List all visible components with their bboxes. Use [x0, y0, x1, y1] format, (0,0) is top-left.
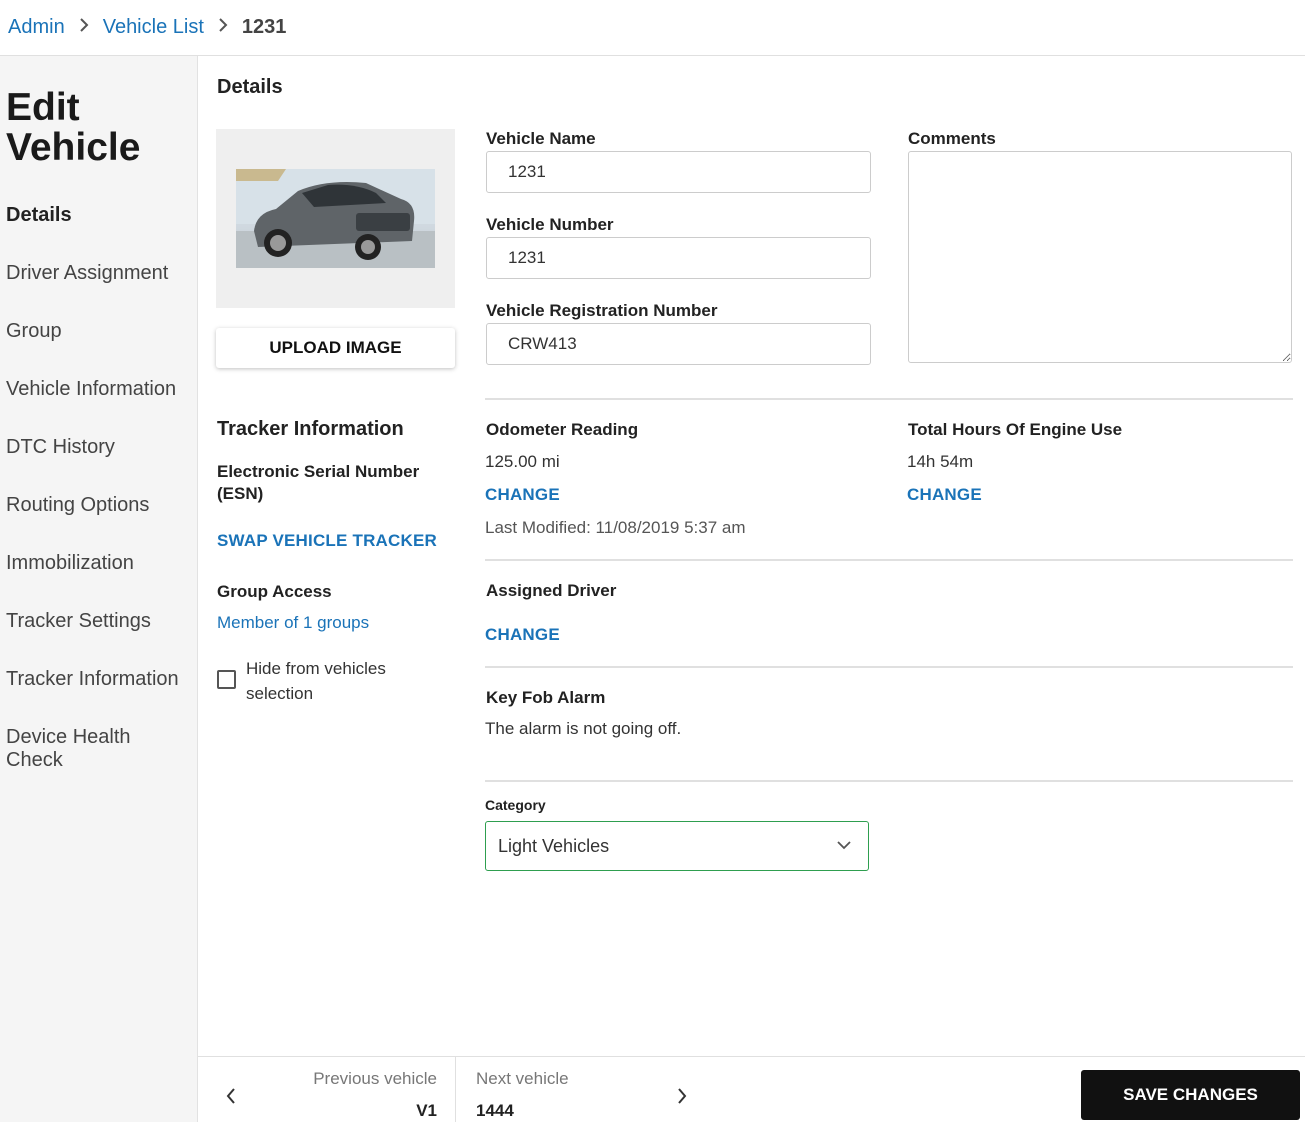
page-title: Edit Vehicle: [6, 86, 141, 169]
group-access-label: Group Access: [217, 582, 332, 601]
details-panel: Details UPLOAD IMAGE Vehicle Name Vehicl…: [198, 56, 1305, 1056]
chevron-right-icon: [677, 1088, 687, 1109]
registration-label: Vehicle Registration Number: [486, 301, 718, 320]
engine-hours-change-link[interactable]: CHANGE: [907, 485, 982, 505]
hide-from-selection-label: Hide from vehicles selection: [246, 659, 386, 703]
sidebar-item-vehicle-information[interactable]: Vehicle Information: [6, 378, 176, 401]
next-vehicle-caption: Next vehicle: [476, 1069, 569, 1088]
breadcrumb-current: 1231: [241, 16, 287, 38]
section-title: Details: [217, 76, 283, 98]
comments-label: Comments: [908, 129, 996, 148]
previous-vehicle-caption: Previous vehicle: [313, 1069, 437, 1088]
key-fob-alarm-label: Key Fob Alarm: [486, 688, 606, 707]
breadcrumb-vehicle-list-link[interactable]: Vehicle List: [103, 16, 204, 39]
vehicle-number-input[interactable]: [486, 237, 871, 279]
assigned-driver-change-link[interactable]: CHANGE: [485, 625, 560, 645]
save-changes-button[interactable]: SAVE CHANGES: [1081, 1070, 1300, 1120]
vehicle-name-input[interactable]: [486, 151, 871, 193]
odometer-value: 125.00 mi: [485, 452, 560, 471]
key-fob-alarm-status: The alarm is not going off.: [485, 719, 682, 738]
comments-textarea[interactable]: [908, 151, 1292, 363]
sidebar-item-tracker-settings[interactable]: Tracker Settings: [6, 610, 151, 633]
footer-bar: Previous vehicle V1 Next vehicle 1444 SA…: [198, 1056, 1305, 1122]
vehicle-image-box: [216, 129, 455, 308]
hide-from-selection-checkbox[interactable]: [217, 670, 236, 689]
next-vehicle-button[interactable]: Next vehicle 1444: [457, 1057, 697, 1122]
sidebar-item-routing-options[interactable]: Routing Options: [6, 494, 149, 517]
sidebar-item-group[interactable]: Group: [6, 320, 62, 343]
odometer-label: Odometer Reading: [486, 420, 639, 439]
chevron-left-icon: [226, 1088, 236, 1109]
assigned-driver-label: Assigned Driver: [486, 581, 617, 600]
sidebar-item-driver-assignment[interactable]: Driver Assignment: [6, 262, 168, 285]
category-label: Category: [485, 797, 546, 813]
sidebar-item-device-health-check[interactable]: Device Health Check: [6, 726, 156, 772]
previous-vehicle-value: V1: [416, 1101, 437, 1120]
next-vehicle-value: 1444: [476, 1101, 514, 1120]
engine-hours-label: Total Hours Of Engine Use: [908, 420, 1123, 439]
divider: [485, 559, 1293, 561]
chevron-right-icon: [79, 18, 89, 37]
vehicle-name-label: Vehicle Name: [486, 129, 596, 148]
divider: [485, 398, 1293, 400]
upload-image-button[interactable]: UPLOAD IMAGE: [216, 328, 455, 368]
sidebar-item-tracker-information[interactable]: Tracker Information: [6, 668, 179, 691]
divider: [485, 780, 1293, 782]
esn-label: Electronic Serial Number (ESN): [217, 462, 420, 503]
group-access-link[interactable]: Member of 1 groups: [217, 613, 369, 633]
breadcrumb-admin-link[interactable]: Admin: [8, 16, 65, 39]
car-image: [236, 169, 435, 268]
category-selected-value: Light Vehicles: [498, 835, 610, 856]
tracker-information-title: Tracker Information: [217, 418, 404, 440]
category-select[interactable]: Light Vehicles: [485, 821, 869, 871]
breadcrumb: Admin Vehicle List 1231: [0, 0, 1305, 56]
chevron-right-icon: [218, 18, 228, 37]
sidebar-item-details[interactable]: Details: [6, 204, 72, 227]
swap-vehicle-tracker-link[interactable]: SWAP VEHICLE TRACKER: [217, 531, 437, 551]
previous-vehicle-button[interactable]: Previous vehicle V1: [198, 1057, 456, 1122]
registration-input[interactable]: [486, 323, 871, 365]
odometer-last-modified: Last Modified: 11/08/2019 5:37 am: [485, 518, 746, 537]
engine-hours-value: 14h 54m: [907, 452, 974, 471]
sidebar-item-dtc-history[interactable]: DTC History: [6, 436, 115, 459]
odometer-change-link[interactable]: CHANGE: [485, 485, 560, 505]
vehicle-number-label: Vehicle Number: [486, 215, 614, 234]
chevron-down-icon: [836, 837, 852, 858]
sidebar-item-immobilization[interactable]: Immobilization: [6, 552, 134, 575]
divider: [485, 666, 1293, 668]
sidebar: Edit Vehicle Details Driver Assignment G…: [0, 56, 198, 1122]
